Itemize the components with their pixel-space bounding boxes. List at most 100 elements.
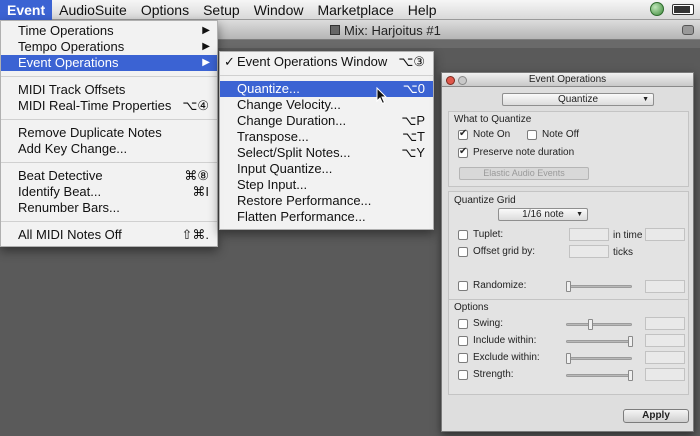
- menu-item-label: Event Operations: [18, 55, 119, 70]
- randomize-checkbox[interactable]: [458, 280, 468, 291]
- swing-field[interactable]: [645, 317, 685, 330]
- menu-item-add-key-change[interactable]: Add Key Change...: [1, 141, 217, 157]
- include-within-checkbox[interactable]: [458, 335, 468, 346]
- menu-item-label: Transpose...: [237, 129, 309, 144]
- menu-item-change-velocity[interactable]: Change Velocity...: [220, 97, 433, 113]
- strength-field[interactable]: [645, 368, 685, 381]
- elastic-audio-events-button[interactable]: Elastic Audio Events: [459, 167, 589, 180]
- menu-item-label: Event Operations Window: [237, 54, 388, 69]
- exclude-within-checkbox[interactable]: [458, 352, 468, 363]
- tuplet-checkbox[interactable]: [458, 229, 468, 240]
- preserve-duration-checkbox[interactable]: [458, 146, 468, 158]
- offset-grid-checkbox[interactable]: [458, 246, 468, 257]
- exclude-slider[interactable]: [566, 357, 632, 360]
- minimize-icon[interactable]: [458, 76, 467, 85]
- exclude-field[interactable]: [645, 351, 685, 364]
- menu-item-label: Time Operations: [18, 23, 114, 38]
- globe-icon[interactable]: [650, 2, 664, 16]
- menu-separator: [1, 162, 217, 163]
- tuplet-count-field[interactable]: [569, 228, 609, 241]
- menu-item-change-duration[interactable]: Change Duration... ⌥P: [220, 113, 433, 129]
- menu-help[interactable]: Help: [401, 0, 444, 20]
- menu-item-remove-duplicate-notes[interactable]: Remove Duplicate Notes: [1, 125, 217, 141]
- exclude-slider-knob[interactable]: [566, 353, 571, 364]
- menu-options[interactable]: Options: [134, 0, 196, 20]
- tuplet-label: Tuplet:: [473, 229, 504, 240]
- menu-item-event-operations[interactable]: Event Operations ▶: [1, 55, 217, 71]
- menu-separator: [220, 75, 433, 76]
- menu-shortcut: ⌘I: [192, 184, 209, 199]
- menu-item-midi-real-time-properties[interactable]: MIDI Real-Time Properties ⌥④: [1, 98, 217, 114]
- menu-item-renumber-bars[interactable]: Renumber Bars...: [1, 200, 217, 216]
- menu-item-label: Beat Detective: [18, 168, 103, 183]
- swing-slider[interactable]: [566, 323, 632, 326]
- menu-item-identify-beat[interactable]: Identify Beat... ⌘I: [1, 184, 217, 200]
- menu-item-tempo-operations[interactable]: Tempo Operations ▶: [1, 39, 217, 55]
- menu-item-beat-detective[interactable]: Beat Detective ⌘⑧: [1, 168, 217, 184]
- randomize-slider-knob[interactable]: [566, 281, 571, 292]
- menu-item-all-midi-notes-off[interactable]: All MIDI Notes Off ⇧⌘.: [1, 227, 217, 243]
- include-field[interactable]: [645, 334, 685, 347]
- operation-select[interactable]: Quantize ▼: [502, 93, 654, 106]
- menu-shortcut: ⌘⑧: [184, 168, 209, 183]
- include-slider[interactable]: [566, 340, 632, 343]
- menu-separator: [1, 119, 217, 120]
- swing-checkbox[interactable]: [458, 318, 468, 329]
- menu-event[interactable]: Event: [0, 0, 53, 20]
- in-time-label: in time: [613, 230, 643, 241]
- menu-item-label: Flatten Performance...: [237, 209, 366, 224]
- menu-item-flatten-performance[interactable]: Flatten Performance...: [220, 209, 433, 225]
- strength-slider[interactable]: [566, 374, 632, 377]
- menu-item-label: Identify Beat...: [18, 184, 102, 199]
- randomize-label: Randomize:: [473, 280, 527, 291]
- menu-item-label: Restore Performance...: [237, 193, 372, 208]
- strength-slider-knob[interactable]: [628, 370, 633, 381]
- battery-icon[interactable]: [672, 3, 694, 15]
- checkmark-icon: ✓: [224, 54, 235, 69]
- offset-ticks-field[interactable]: [569, 245, 609, 258]
- menu-item-label: Renumber Bars...: [18, 200, 120, 215]
- mix-window-titlebar: Mix: Harjoitus #1: [218, 20, 700, 40]
- swing-label: Swing:: [473, 318, 504, 329]
- menu-window[interactable]: Window: [247, 0, 311, 20]
- include-slider-knob[interactable]: [628, 336, 633, 347]
- randomize-slider[interactable]: [566, 285, 632, 288]
- preserve-duration-label: Preserve note duration: [473, 147, 575, 158]
- note-on-row: Note On: [458, 128, 510, 140]
- menu-item-label: Tempo Operations: [18, 39, 125, 54]
- panel-title: Event Operations: [528, 74, 607, 85]
- menu-item-select-split-notes[interactable]: Select/Split Notes... ⌥Y: [220, 145, 433, 161]
- menu-item-step-input[interactable]: Step Input...: [220, 177, 433, 193]
- note-on-checkbox[interactable]: [458, 128, 468, 140]
- submenu-arrow-icon: ▶: [202, 57, 210, 68]
- menu-separator: [1, 76, 217, 77]
- strength-checkbox[interactable]: [458, 369, 468, 380]
- menu-separator: [1, 221, 217, 222]
- menu-item-midi-track-offsets[interactable]: MIDI Track Offsets: [1, 82, 217, 98]
- note-off-row: Note Off: [527, 129, 579, 140]
- menu-audiosuite[interactable]: AudioSuite: [52, 0, 134, 20]
- chevron-down-icon: ▼: [576, 211, 583, 218]
- tuplet-time-field[interactable]: [645, 228, 685, 241]
- menu-item-input-quantize[interactable]: Input Quantize...: [220, 161, 433, 177]
- ticks-label: ticks: [613, 247, 633, 258]
- swing-slider-knob[interactable]: [588, 319, 593, 330]
- randomize-field[interactable]: [645, 280, 685, 293]
- apply-button[interactable]: Apply: [623, 409, 689, 423]
- mix-window-title: Mix: Harjoitus #1: [344, 23, 441, 38]
- close-icon[interactable]: [446, 76, 455, 85]
- menu-item-label: All MIDI Notes Off: [18, 227, 122, 242]
- menu-item-time-operations[interactable]: Time Operations ▶: [1, 23, 217, 39]
- mix-window-content: [218, 40, 700, 48]
- menu-item-event-operations-window[interactable]: ✓ Event Operations Window ⌥③: [220, 54, 433, 70]
- menu-item-restore-performance[interactable]: Restore Performance...: [220, 193, 433, 209]
- menu-marketplace[interactable]: Marketplace: [310, 0, 400, 20]
- menu-item-transpose[interactable]: Transpose... ⌥T: [220, 129, 433, 145]
- menu-setup[interactable]: Setup: [196, 0, 247, 20]
- zoom-button-icon[interactable]: [682, 25, 694, 35]
- menu-shortcut: ⌥Y: [401, 145, 425, 160]
- menu-item-quantize[interactable]: Quantize... ⌥0: [220, 81, 433, 97]
- menu-item-label: Add Key Change...: [18, 141, 128, 156]
- note-off-checkbox[interactable]: [527, 129, 537, 140]
- grid-select[interactable]: 1/16 note ▼: [498, 208, 588, 221]
